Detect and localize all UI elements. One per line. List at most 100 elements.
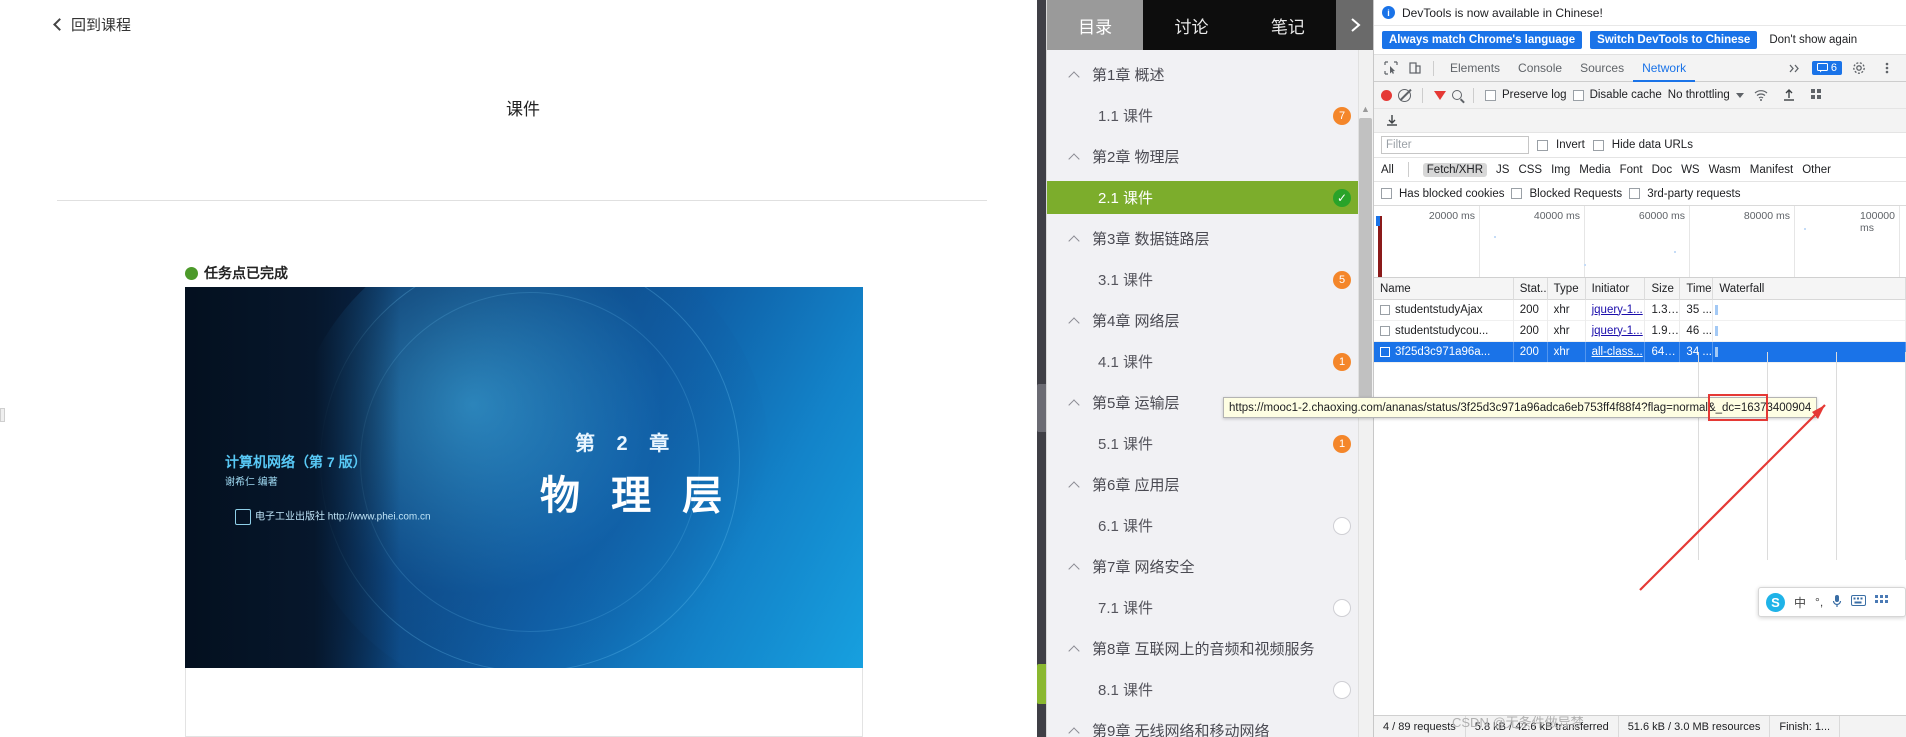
catalog-scroll-thumb[interactable] <box>1359 118 1372 398</box>
type-filter-other[interactable]: Other <box>1802 164 1831 176</box>
3rd-party-requests-checkbox[interactable] <box>1629 188 1641 199</box>
scroll-up-arrow-icon[interactable]: ▲ <box>1359 102 1372 116</box>
column-header-initiator[interactable]: Initiator <box>1586 277 1646 300</box>
type-filter-js[interactable]: JS <box>1496 164 1509 176</box>
catalog-lesson[interactable]: 4.1 课件 1 <box>1047 345 1374 378</box>
export-har-icon[interactable] <box>1778 85 1800 105</box>
request-initiator-cell[interactable]: all-class... <box>1586 341 1646 363</box>
chevron-up-icon[interactable] <box>1068 70 1080 83</box>
always-match-language-button[interactable]: Always match Chrome's language <box>1382 31 1583 49</box>
catalog-scrollbar[interactable]: ▲ <box>1358 50 1373 737</box>
type-filter-doc[interactable]: Doc <box>1652 164 1672 176</box>
message-count-badge[interactable]: 6 <box>1811 61 1842 75</box>
request-initiator-cell[interactable]: jquery-1... <box>1586 320 1646 342</box>
sogou-logo-icon[interactable]: S <box>1766 592 1785 612</box>
back-to-course-link[interactable]: 回到课程 <box>53 14 131 35</box>
blocked-requests-checkbox[interactable] <box>1511 188 1523 199</box>
invert-checkbox[interactable] <box>1537 139 1548 151</box>
request-checkbox[interactable] <box>1380 326 1390 336</box>
type-filter-manifest[interactable]: Manifest <box>1750 164 1793 176</box>
chevron-down-icon[interactable] <box>1735 92 1744 98</box>
request-name-cell[interactable]: studentstudyAjax <box>1374 299 1514 321</box>
devtools-tab-network[interactable]: Network <box>1633 54 1696 82</box>
column-header-name[interactable]: Name <box>1374 277 1514 300</box>
punctuation-icon[interactable]: °, <box>1815 595 1823 609</box>
left-edge-handle[interactable] <box>0 408 5 422</box>
catalog-chapter[interactable]: 第4章 网络层 <box>1047 296 1374 345</box>
catalog-tab-0[interactable]: 目录 <box>1047 0 1144 50</box>
chevron-right-icon[interactable] <box>1335 0 1374 50</box>
type-filter-ws[interactable]: WS <box>1681 164 1700 176</box>
catalog-chapter[interactable]: 第3章 数据链路层 <box>1047 214 1374 263</box>
devtools-tab-console[interactable]: Console <box>1509 54 1571 82</box>
type-filter-wasm[interactable]: Wasm <box>1709 164 1741 176</box>
record-circle-icon[interactable] <box>1381 89 1392 101</box>
devtools-tab-elements[interactable]: Elements <box>1441 54 1509 82</box>
chevron-up-icon[interactable] <box>1068 152 1080 165</box>
dont-show-again-button[interactable]: Don't show again <box>1765 31 1861 49</box>
clear-icon[interactable] <box>1398 88 1411 102</box>
chevron-up-icon[interactable] <box>1068 480 1080 493</box>
type-filter-fetch-xhr[interactable]: Fetch/XHR <box>1422 162 1488 177</box>
type-filter-media[interactable]: Media <box>1579 164 1610 176</box>
inspect-element-icon[interactable] <box>1380 58 1402 78</box>
device-toolbar-icon[interactable] <box>1404 58 1426 78</box>
catalog-lesson[interactable]: 5.1 课件 1 <box>1047 427 1374 460</box>
chevron-up-icon[interactable] <box>1068 562 1080 575</box>
request-name-cell[interactable]: 3f25d3c971a96a... <box>1374 341 1514 363</box>
chevron-up-icon[interactable] <box>1068 398 1080 411</box>
network-request-row[interactable]: studentstudyAjax 200 xhr jquery-1... 1.3 ...… <box>1374 299 1906 321</box>
ime-mode-label[interactable]: 中 <box>1794 594 1806 611</box>
catalog-lesson[interactable]: 6.1 课件 <box>1047 509 1374 542</box>
column-header-time[interactable]: Time <box>1680 277 1714 300</box>
type-filter-css[interactable]: CSS <box>1518 164 1542 176</box>
type-filter-font[interactable]: Font <box>1620 164 1643 176</box>
grid-menu-icon[interactable] <box>1875 595 1889 609</box>
catalog-lesson[interactable]: 1.1 课件 7 <box>1047 99 1374 132</box>
catalog-lesson[interactable]: 3.1 课件 5 <box>1047 263 1374 296</box>
column-header-waterfall[interactable]: Waterfall <box>1713 277 1906 300</box>
column-header-stat-[interactable]: Stat... <box>1514 277 1548 300</box>
more-network-options-icon[interactable] <box>1806 85 1828 105</box>
kebab-menu-icon[interactable] <box>1876 58 1898 78</box>
microphone-icon[interactable] <box>1832 594 1842 611</box>
filter-funnel-icon[interactable] <box>1434 90 1446 100</box>
initiator-link[interactable]: jquery-1... <box>1592 325 1643 337</box>
type-filter-all[interactable]: All <box>1381 164 1394 176</box>
request-checkbox[interactable] <box>1380 347 1390 357</box>
slide-image[interactable]: 计算机网络（第 7 版） 谢希仁 编著 电子工业出版社 http://www.p… <box>185 287 863 668</box>
gear-icon[interactable] <box>1848 58 1870 78</box>
network-request-row[interactable]: studentstudycou... 200 xhr jquery-1... 1.9 .… <box>1374 320 1906 342</box>
filter-input[interactable]: Filter <box>1381 136 1529 154</box>
catalog-chapter[interactable]: 第6章 应用层 <box>1047 460 1374 509</box>
request-initiator-cell[interactable]: jquery-1... <box>1586 299 1646 321</box>
catalog-chapter[interactable]: 第7章 网络安全 <box>1047 542 1374 591</box>
catalog-chapter[interactable]: 第1章 概述 <box>1047 50 1374 99</box>
initiator-link[interactable]: jquery-1... <box>1592 304 1643 316</box>
hide-data-urls-checkbox[interactable] <box>1592 139 1604 151</box>
catalog-lesson[interactable]: 7.1 课件 <box>1047 591 1374 624</box>
network-conditions-icon[interactable] <box>1750 85 1772 105</box>
chevron-double-right-icon[interactable] <box>1784 58 1806 78</box>
catalog-chapter[interactable]: 第2章 物理层 <box>1047 132 1374 181</box>
request-name-cell[interactable]: studentstudycou... <box>1374 320 1514 342</box>
column-header-size[interactable]: Size <box>1645 277 1681 300</box>
catalog-tab-2[interactable]: 笔记 <box>1240 0 1336 50</box>
catalog-lesson[interactable]: 2.1 课件 ✓ <box>1047 181 1374 214</box>
column-header-type[interactable]: Type <box>1548 277 1586 300</box>
chevron-up-icon[interactable] <box>1068 726 1080 737</box>
initiator-link[interactable]: all-class... <box>1592 346 1643 358</box>
preserve-log-checkbox[interactable] <box>1485 89 1496 101</box>
catalog-chapter[interactable]: 第8章 互联网上的音频和视频服务 <box>1047 624 1374 673</box>
chevron-up-icon[interactable] <box>1068 234 1080 247</box>
request-checkbox[interactable] <box>1380 305 1390 315</box>
throttling-select-label[interactable]: No throttling <box>1668 89 1730 101</box>
has-blocked-cookies-checkbox[interactable] <box>1381 188 1392 199</box>
keyboard-icon[interactable] <box>1851 595 1867 609</box>
devtools-tab-sources[interactable]: Sources <box>1571 54 1633 82</box>
chevron-up-icon[interactable] <box>1068 644 1080 657</box>
search-icon[interactable] <box>1452 90 1462 100</box>
disable-cache-checkbox[interactable] <box>1572 89 1584 101</box>
switch-devtools-language-button[interactable]: Switch DevTools to Chinese <box>1590 31 1758 49</box>
catalog-lesson[interactable]: 8.1 课件 <box>1047 673 1374 706</box>
